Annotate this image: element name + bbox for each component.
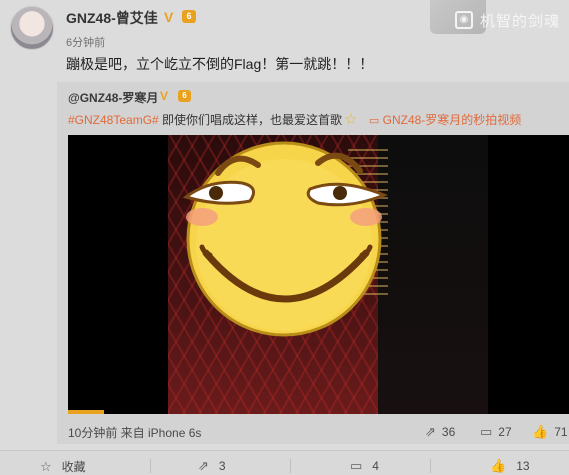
- hashtag-link[interactable]: #GNZ48TeamG#: [68, 113, 159, 127]
- like-count[interactable]: 👍 71: [532, 424, 568, 440]
- like-button[interactable]: 👍 13: [490, 458, 530, 474]
- tower-shadow: [378, 135, 488, 414]
- comment-count[interactable]: ▭ 27: [480, 424, 512, 440]
- divider: [430, 459, 431, 473]
- divider: [150, 459, 151, 473]
- repost-text: #GNZ48TeamG# 即使你们唱成这样，也最爱这首歌 ☆ ▭ GNZ48-罗寒…: [68, 110, 521, 128]
- comment-button-count: 4: [372, 459, 379, 473]
- watermark-text: 机智的剑魂: [480, 13, 561, 30]
- camera-icon: ◉: [455, 11, 473, 29]
- like-button-count: 13: [516, 459, 530, 473]
- repost-count[interactable]: ⇗ 36: [425, 424, 455, 440]
- post-username[interactable]: GNZ48-曾艾佳: [66, 8, 158, 28]
- collect-label: 收藏: [61, 460, 86, 474]
- thumbs-up-icon: 👍: [490, 458, 507, 473]
- post-content: 蹦极是吧，立个屹立不倒的Flag！第一就跳！！！: [66, 56, 374, 72]
- video-progress-bar[interactable]: [68, 410, 104, 414]
- comment-icon: ▭: [480, 424, 493, 439]
- star-icon: ☆: [40, 459, 52, 474]
- comment-count-value: 27: [498, 425, 512, 439]
- level-badge: 6: [182, 10, 196, 23]
- avatar[interactable]: [10, 6, 54, 50]
- repost-button[interactable]: ⇗ 3: [198, 458, 226, 474]
- collect-button[interactable]: ☆ 收藏: [40, 458, 86, 475]
- verified-badge-icon: V: [164, 9, 174, 25]
- repost-count-value: 36: [441, 425, 456, 439]
- video-link[interactable]: GNZ48-罗寒月的秒拍视频: [383, 113, 522, 127]
- share-icon: ⇗: [198, 458, 209, 473]
- video-link-icon: ▭: [368, 115, 380, 127]
- repost-button-count: 3: [218, 459, 226, 473]
- repost-source[interactable]: 10分钟前 来自 iPhone 6s: [68, 424, 201, 441]
- divider: [290, 459, 291, 473]
- comment-button[interactable]: ▭ 4: [350, 458, 379, 474]
- repost-body: 即使你们唱成这样，也最爱这首歌: [162, 113, 343, 127]
- share-icon: ⇗: [425, 424, 436, 439]
- level-badge: 6: [178, 90, 191, 102]
- like-count-value: 71: [554, 425, 568, 439]
- repost-username[interactable]: @GNZ48-罗寒月: [68, 89, 158, 106]
- smirk-emoji-icon: [182, 141, 388, 337]
- star-emoji-icon: ☆: [344, 111, 358, 128]
- verified-badge-icon: V: [160, 89, 169, 103]
- thumbs-up-icon: 👍: [532, 424, 549, 439]
- comment-icon: ▭: [350, 458, 363, 473]
- post-time[interactable]: 6分钟前: [66, 34, 105, 50]
